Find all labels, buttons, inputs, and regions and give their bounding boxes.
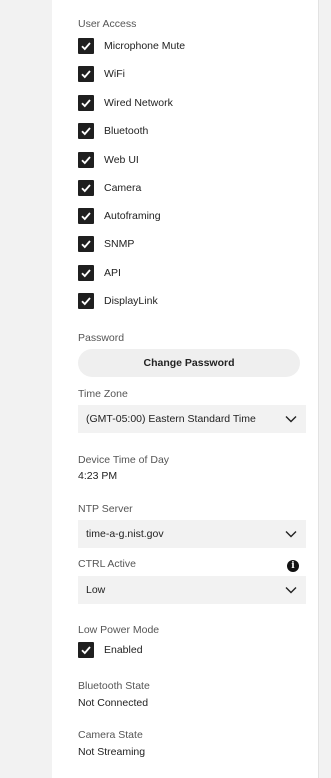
checkbox-microphone-mute[interactable]: Microphone Mute — [78, 37, 185, 55]
checkbox-camera[interactable]: Camera — [78, 179, 141, 197]
checkbox-low-power-enabled[interactable]: Enabled — [78, 641, 143, 659]
checkbox-wifi[interactable]: WiFi — [78, 65, 125, 83]
ntp-server-value: time-a-g.nist.gov — [86, 528, 164, 540]
checkbox-label: Microphone Mute — [104, 40, 186, 52]
ctrl-active-select[interactable]: Low — [78, 576, 306, 604]
checkbox-checked-icon[interactable] — [78, 236, 94, 252]
checkbox-checked-icon[interactable] — [78, 642, 94, 658]
user-access-label: User Access — [78, 18, 137, 30]
chevron-down-icon — [285, 416, 297, 423]
checkbox-label: Bluetooth — [104, 125, 149, 137]
ctrl-active-value: Low — [86, 584, 106, 596]
checkbox-label: Autoframing — [104, 210, 161, 222]
checkbox-api[interactable]: API — [78, 264, 121, 282]
info-icon[interactable]: i — [287, 560, 299, 572]
bluetooth-state-value: Not Connected — [78, 697, 149, 709]
checkbox-label: Camera — [104, 182, 142, 194]
checkbox-checked-icon[interactable] — [78, 208, 94, 224]
checkbox-checked-icon[interactable] — [78, 265, 94, 281]
device-time-value: 4:23 PM — [78, 470, 118, 482]
ntp-server-label: NTP Server — [78, 503, 133, 515]
checkbox-checked-icon[interactable] — [78, 293, 94, 309]
checkbox-displaylink[interactable]: DisplayLink — [78, 292, 158, 310]
ctrl-active-label: CTRL Active — [78, 558, 136, 570]
chevron-down-icon — [285, 531, 297, 538]
checkbox-label: API — [104, 267, 121, 279]
checkbox-checked-icon[interactable] — [78, 66, 94, 82]
checkbox-checked-icon[interactable] — [78, 38, 94, 54]
checkbox-label: Wired Network — [104, 97, 173, 109]
change-password-button[interactable]: Change Password — [78, 349, 300, 377]
checkbox-checked-icon[interactable] — [78, 95, 94, 111]
checkbox-label: Enabled — [104, 644, 143, 656]
checkbox-label: Web UI — [104, 154, 139, 166]
chevron-down-icon — [285, 587, 297, 594]
checkbox-label: WiFi — [104, 68, 125, 80]
checkbox-label: DisplayLink — [104, 295, 158, 307]
checkbox-checked-icon[interactable] — [78, 152, 94, 168]
password-label: Password — [78, 332, 125, 344]
time-zone-value: (GMT-05:00) Eastern Standard Time — [86, 413, 256, 425]
checkbox-checked-icon[interactable] — [78, 180, 94, 196]
ntp-server-select[interactable]: time-a-g.nist.gov — [78, 520, 306, 548]
checkbox-autoframing[interactable]: Autoframing — [78, 207, 161, 225]
camera-state-value: Not Streaming — [78, 746, 146, 758]
checkbox-bluetooth[interactable]: Bluetooth — [78, 122, 148, 140]
low-power-mode-label: Low Power Mode — [78, 624, 160, 636]
checkbox-wired-network[interactable]: Wired Network — [78, 94, 173, 112]
checkbox-checked-icon[interactable] — [78, 123, 94, 139]
bluetooth-state-label: Bluetooth State — [78, 680, 150, 692]
time-zone-label: Time Zone — [78, 388, 128, 400]
device-time-label: Device Time of Day — [78, 454, 170, 466]
time-zone-select[interactable]: (GMT-05:00) Eastern Standard Time — [78, 405, 306, 433]
checkbox-label: SNMP — [104, 238, 135, 250]
checkbox-web-ui[interactable]: Web UI — [78, 151, 139, 169]
checkbox-snmp[interactable]: SNMP — [78, 235, 134, 253]
camera-state-label: Camera State — [78, 729, 143, 741]
